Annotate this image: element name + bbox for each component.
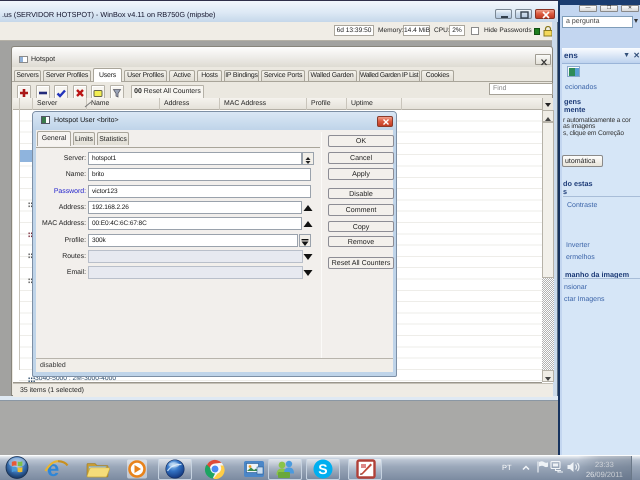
svg-text:S: S	[318, 461, 327, 477]
